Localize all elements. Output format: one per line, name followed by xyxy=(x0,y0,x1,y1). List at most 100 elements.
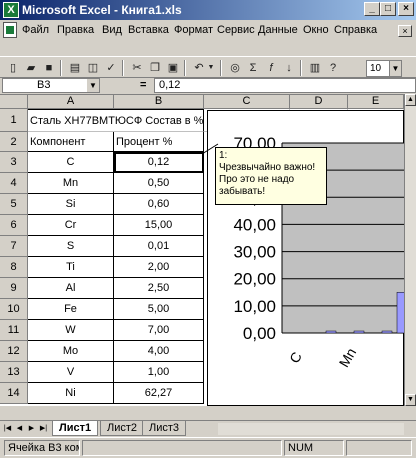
percent-cell[interactable]: 1,00 xyxy=(114,362,204,383)
sheet-tab-3[interactable]: Лист3 xyxy=(142,421,187,436)
scroll-down-icon[interactable]: ▼ xyxy=(405,394,416,406)
maximize-button[interactable]: □ xyxy=(380,2,396,16)
name-box[interactable]: B3 ▼ xyxy=(2,78,100,93)
new-document-icon[interactable]: ▯ xyxy=(4,60,22,76)
row-header-14[interactable]: 14 xyxy=(0,383,28,404)
menu-file[interactable]: Файл xyxy=(22,24,49,36)
header-percent-cell[interactable]: Процент % xyxy=(114,132,204,152)
row-header-6[interactable]: 6 xyxy=(0,215,28,236)
autosum-icon[interactable]: Σ xyxy=(244,60,262,76)
component-cell[interactable]: V xyxy=(28,362,114,383)
minimize-button[interactable]: _ xyxy=(364,2,380,16)
row-header-1[interactable]: 1 xyxy=(0,109,28,132)
column-header-b[interactable]: B xyxy=(114,95,204,109)
menu-edit[interactable]: Правка xyxy=(57,24,94,36)
column-header-a[interactable]: A xyxy=(28,95,114,109)
row-header-12[interactable]: 12 xyxy=(0,341,28,362)
percent-cell[interactable]: 0,60 xyxy=(114,194,204,215)
row-header-3[interactable]: 3 xyxy=(0,152,28,173)
column-header-d[interactable]: D xyxy=(290,95,348,109)
prev-sheet-icon[interactable]: ◀ xyxy=(14,423,25,435)
component-cell[interactable]: C xyxy=(28,152,114,173)
header-component-cell[interactable]: Компонент xyxy=(28,132,114,152)
row-header-7[interactable]: 7 xyxy=(0,236,28,257)
row-header-11[interactable]: 11 xyxy=(0,320,28,341)
help-icon[interactable]: ? xyxy=(324,60,342,76)
component-cell[interactable]: Al xyxy=(28,278,114,299)
cell-comment[interactable]: 1: Чрезвычайно важно! Про это не надо за… xyxy=(215,147,327,205)
toolbar-separator xyxy=(300,60,302,76)
cut-icon[interactable]: ✂ xyxy=(128,60,146,76)
last-sheet-icon[interactable]: ▶| xyxy=(38,423,49,435)
vertical-scrollbar[interactable]: ▲ ▼ xyxy=(404,94,416,406)
percent-cell[interactable]: 0,12 xyxy=(114,152,204,173)
menu-help[interactable]: Справка xyxy=(334,24,377,36)
percent-cell[interactable]: 0,50 xyxy=(114,173,204,194)
num-lock-indicator: NUM xyxy=(284,440,344,456)
table-title-cell[interactable]: Сталь ХН77ВМТЮСФ Состав в % xyxy=(28,109,204,132)
close-button[interactable]: × xyxy=(398,2,414,16)
equals-sign[interactable]: = xyxy=(140,79,146,91)
column-header-e[interactable]: E xyxy=(348,95,404,109)
percent-cell[interactable]: 2,00 xyxy=(114,257,204,278)
doc-close-button[interactable]: × xyxy=(398,25,412,37)
excel-app-icon[interactable]: X xyxy=(3,2,19,18)
column-header-c[interactable]: C xyxy=(204,95,290,109)
row-header-5[interactable]: 5 xyxy=(0,194,28,215)
row-header-9[interactable]: 9 xyxy=(0,278,28,299)
first-sheet-icon[interactable]: |◀ xyxy=(2,423,13,435)
component-cell[interactable]: Ti xyxy=(28,257,114,278)
sort-ascending-icon[interactable]: ↓ xyxy=(280,60,298,76)
chevron-down-icon[interactable]: ▼ xyxy=(87,79,99,92)
zoom-select[interactable]: 10 ▼ xyxy=(366,60,402,77)
component-cell[interactable]: Cr xyxy=(28,215,114,236)
percent-cell[interactable]: 62,27 xyxy=(114,383,204,404)
component-cell[interactable]: Si xyxy=(28,194,114,215)
component-cell[interactable]: Ni xyxy=(28,383,114,404)
percent-cell[interactable]: 15,00 xyxy=(114,215,204,236)
row-header-4[interactable]: 4 xyxy=(0,173,28,194)
select-all-corner[interactable] xyxy=(0,95,28,109)
sheet-tab-2[interactable]: Лист2 xyxy=(100,421,145,436)
percent-cell[interactable]: 2,50 xyxy=(114,278,204,299)
paste-icon[interactable]: ▣ xyxy=(164,60,182,76)
undo-dropdown-icon[interactable]: ▼ xyxy=(206,60,216,76)
horizontal-scrollbar[interactable] xyxy=(218,423,404,435)
menu-format[interactable]: Формат xyxy=(174,24,213,36)
x-tick-label: Mn xyxy=(336,345,360,370)
menu-tools[interactable]: Сервис xyxy=(217,24,255,36)
menu-data[interactable]: Данные xyxy=(258,24,298,36)
row-header-8[interactable]: 8 xyxy=(0,257,28,278)
name-box-value: B3 xyxy=(37,79,51,91)
component-cell[interactable]: S xyxy=(28,236,114,257)
component-cell[interactable]: Mo xyxy=(28,341,114,362)
copy-icon[interactable]: ❐ xyxy=(146,60,164,76)
open-folder-icon[interactable]: ▰ xyxy=(22,60,40,76)
component-cell[interactable]: Mn xyxy=(28,173,114,194)
spelling-icon[interactable]: ✓ xyxy=(102,60,120,76)
component-cell[interactable]: Fe xyxy=(28,299,114,320)
scroll-up-icon[interactable]: ▲ xyxy=(405,94,416,106)
row-header-10[interactable]: 10 xyxy=(0,299,28,320)
row-header-13[interactable]: 13 xyxy=(0,362,28,383)
percent-cell[interactable]: 5,00 xyxy=(114,299,204,320)
menu-window[interactable]: Окно xyxy=(303,24,329,36)
next-sheet-icon[interactable]: ▶ xyxy=(26,423,37,435)
chevron-down-icon[interactable]: ▼ xyxy=(389,61,401,76)
percent-cell[interactable]: 4,00 xyxy=(114,341,204,362)
menu-view[interactable]: Вид xyxy=(102,24,122,36)
print-preview-icon[interactable]: ◫ xyxy=(84,60,102,76)
sheet-tab-1[interactable]: Лист1 xyxy=(52,421,99,436)
chart-wizard-icon[interactable]: ▥ xyxy=(306,60,324,76)
row-header-2[interactable]: 2 xyxy=(0,132,28,152)
formula-input[interactable]: 0,12 xyxy=(154,78,416,93)
component-cell[interactable]: W xyxy=(28,320,114,341)
percent-cell[interactable]: 0,01 xyxy=(114,236,204,257)
percent-cell[interactable]: 7,00 xyxy=(114,320,204,341)
hyperlink-icon[interactable]: ◎ xyxy=(226,60,244,76)
workbook-icon[interactable] xyxy=(3,22,17,38)
function-icon[interactable]: f xyxy=(262,60,280,76)
menu-insert[interactable]: Вставка xyxy=(128,24,169,36)
save-icon[interactable]: ■ xyxy=(40,60,58,76)
print-icon[interactable]: ▤ xyxy=(66,60,84,76)
